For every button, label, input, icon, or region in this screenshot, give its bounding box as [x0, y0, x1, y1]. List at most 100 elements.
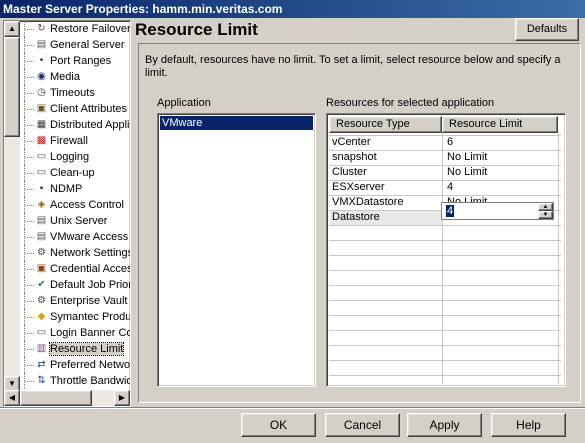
- tree-item[interactable]: ▭Login Banner Configuration: [20, 325, 130, 341]
- tree-connector: [24, 101, 34, 117]
- logging-icon: ▭: [36, 151, 47, 162]
- column-header-resource-limit[interactable]: Resource Limit: [442, 116, 558, 133]
- cancel-button[interactable]: Cancel: [325, 413, 400, 437]
- grid-line: [329, 165, 561, 166]
- vmware-hosts-icon: ▤: [36, 231, 47, 242]
- tree-item[interactable]: ▤VMware Access Hosts: [20, 229, 130, 245]
- tree-item[interactable]: ▤ Unix Server: [20, 213, 130, 229]
- grid-line: [329, 135, 561, 136]
- login-banner-icon: ▭: [36, 327, 47, 338]
- tree-item-label: Port Ranges: [50, 55, 112, 67]
- tree-item-label: VMware Access Hosts: [50, 231, 130, 243]
- spin-up-arrow-icon[interactable]: ▲: [538, 203, 553, 211]
- table-cell-resource-type[interactable]: ESXserver: [332, 181, 440, 194]
- tree-item[interactable]: ◷ Timeouts: [20, 85, 130, 101]
- tree-connector: [24, 53, 34, 69]
- table-cell-resource-limit[interactable]: 4: [447, 181, 555, 194]
- symantec-icon: ◆: [37, 311, 46, 322]
- grid-line: [329, 375, 561, 376]
- table-cell-resource-limit[interactable]: 6: [447, 136, 555, 149]
- table-cell-resource-type[interactable]: Datastore: [332, 211, 440, 224]
- client-attributes-icon: ▣: [36, 103, 47, 114]
- table-cell-resource-type[interactable]: Cluster: [332, 166, 440, 179]
- table-cell-resource-limit[interactable]: No Limit: [447, 166, 555, 179]
- tree-item[interactable]: ◆ Symantec Products: [20, 309, 130, 325]
- tree-item[interactable]: • Port Ranges: [20, 53, 130, 69]
- tree-connector: [24, 357, 34, 373]
- media-icon: ◉: [37, 71, 46, 82]
- tree-item[interactable]: ▣ Credential Access: [20, 261, 130, 277]
- navigation-tree[interactable]: ▲ ▼ ↻ Restore Failover ▤ General Server • Por…: [3, 20, 131, 407]
- table-cell-resource-type[interactable]: snapshot: [332, 151, 440, 164]
- tree-connector: [24, 21, 34, 37]
- tree-item[interactable]: ▦Distributed Application Restore Mapping: [20, 117, 130, 133]
- tree-item[interactable]: ⇅ Throttle Bandwidth: [20, 373, 130, 389]
- help-button[interactable]: Help: [491, 413, 566, 437]
- tree-item[interactable]: ▩ Firewall: [20, 133, 130, 149]
- tree-item[interactable]: ⚙ Network Settings: [20, 245, 130, 261]
- application-list[interactable]: VMware: [157, 113, 316, 387]
- tree-connector: [24, 117, 34, 133]
- tree-connector: [24, 197, 34, 213]
- tree-item[interactable]: ▭ Clean-up: [20, 165, 130, 181]
- table-cell-resource-limit[interactable]: No Limit: [447, 151, 555, 164]
- tree-connector: [24, 149, 34, 165]
- table-cell-resource-type[interactable]: vCenter: [332, 136, 440, 149]
- tree-connector: [24, 309, 34, 325]
- tree-connector: [24, 325, 34, 341]
- tree-item[interactable]: ▭ Logging: [20, 149, 130, 165]
- grid-line: [329, 270, 561, 271]
- defaults-button[interactable]: Defaults: [515, 18, 579, 41]
- scroll-up-arrow-icon[interactable]: ▲: [4, 21, 20, 37]
- spin-down-arrow-icon[interactable]: ▼: [538, 211, 553, 219]
- tree-item[interactable]: ⇄ Preferred Network: [20, 357, 130, 373]
- tree-item-label: Client Attributes: [50, 103, 128, 115]
- tree-connector: [24, 85, 34, 101]
- grid-line: [329, 345, 561, 346]
- apply-button[interactable]: Apply: [407, 413, 482, 437]
- tree-item-label: Throttle Bandwidth: [50, 375, 130, 387]
- tree-connector: [24, 245, 34, 261]
- tree-item[interactable]: ⚙ Enterprise Vault: [20, 293, 130, 309]
- ok-button[interactable]: OK: [241, 413, 316, 437]
- tree-horizontal-scrollbar[interactable]: ◀ ▶: [4, 390, 130, 406]
- tree-item-label: Enterprise Vault: [50, 295, 128, 307]
- tree-item[interactable]: ◈ Access Control: [20, 197, 130, 213]
- column-header-resource-type[interactable]: Resource Type: [329, 116, 442, 133]
- application-item-vmware[interactable]: VMware: [160, 116, 313, 130]
- clock-icon: ◷: [37, 87, 46, 98]
- tree-item[interactable]: ◉ Media: [20, 69, 130, 85]
- tree-item[interactable]: ▥ Resource Limit: [20, 341, 130, 357]
- tree-vertical-scrollbar[interactable]: ▲ ▼: [4, 21, 20, 392]
- spinner-value[interactable]: 4: [446, 205, 455, 217]
- credential-icon: ▣: [36, 263, 47, 274]
- tree-item-label: Media: [50, 71, 80, 83]
- tree-item[interactable]: ▤ General Server: [20, 37, 130, 53]
- tree-connector: [24, 373, 34, 389]
- grid-line: [329, 255, 561, 256]
- grid-line: [329, 285, 561, 286]
- grid-line: [329, 180, 561, 181]
- tree-hscroll-thumb[interactable]: [20, 390, 92, 406]
- description-text: By default, resources have no limit. To …: [145, 54, 561, 79]
- application-label: Application: [157, 97, 211, 109]
- grid-line: [329, 195, 561, 196]
- tree-item[interactable]: ▪ NDMP: [20, 181, 130, 197]
- resource-table[interactable]: Resource Type Resource Limit vCenter 6 sna…: [326, 113, 566, 387]
- tree-connector: [24, 229, 34, 245]
- tree-item[interactable]: ↻ Restore Failover: [20, 21, 130, 37]
- footer-divider: [0, 407, 585, 409]
- tree-item-label: Resource Limit: [48, 342, 125, 356]
- tree-connector: [24, 261, 34, 277]
- tree-scroll-thumb[interactable]: [4, 37, 20, 137]
- tree-item[interactable]: ✔ Default Job Priorities: [20, 277, 130, 293]
- tree-item-label: Preferred Network: [50, 359, 130, 371]
- tree-connector: [24, 293, 34, 309]
- table-cell-resource-type[interactable]: VMXDatastore: [332, 196, 440, 209]
- tree-item[interactable]: ▣ Client Attributes: [20, 101, 130, 117]
- window-title: Master Server Properties: hamm.min.verit…: [0, 0, 585, 18]
- resource-limit-spinner[interactable]: 4 ▲ ▼: [441, 202, 554, 220]
- scroll-left-arrow-icon[interactable]: ◀: [4, 390, 20, 406]
- scroll-right-arrow-icon[interactable]: ▶: [114, 390, 130, 406]
- access-control-icon: ◈: [37, 199, 46, 210]
